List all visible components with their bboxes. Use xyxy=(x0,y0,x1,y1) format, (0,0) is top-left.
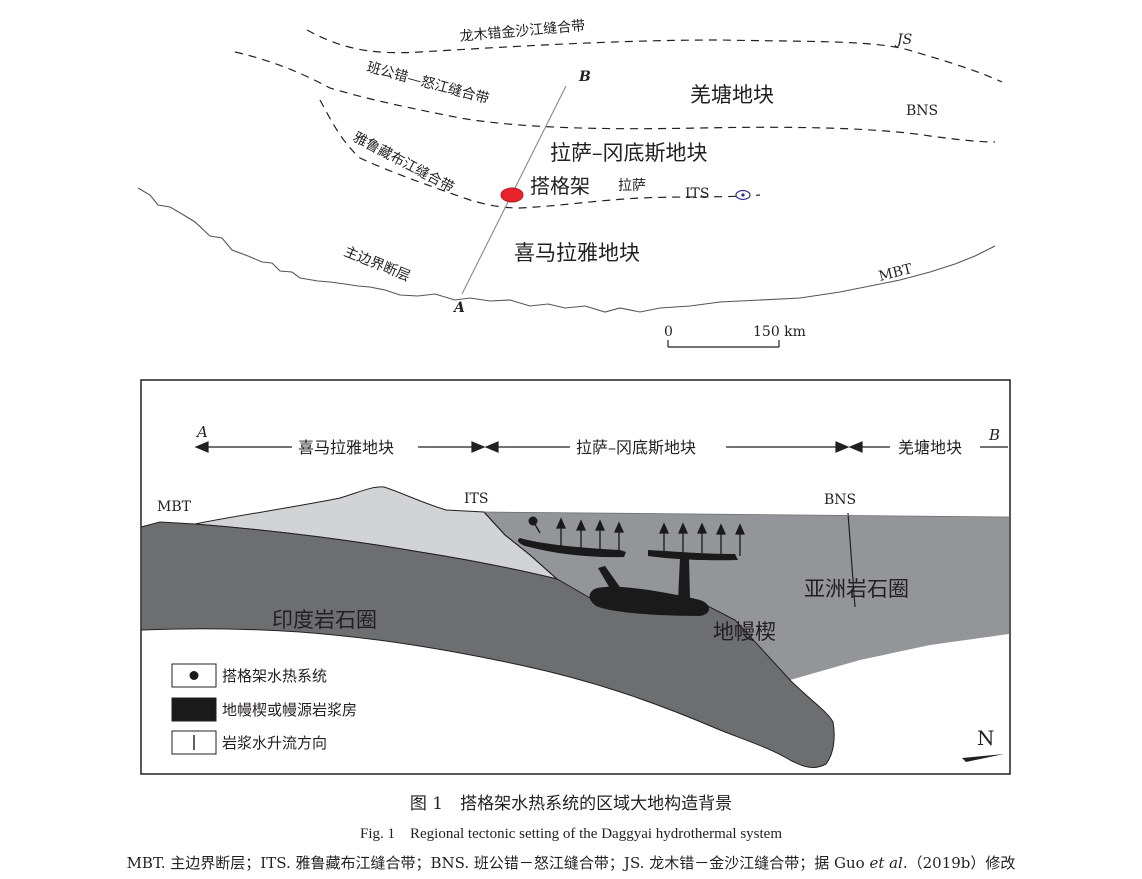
point-a-label: A xyxy=(452,300,465,316)
figure-note-post: .（2019b）修改 xyxy=(902,854,1016,872)
asian-lithosphere-label: 亚洲岩石圈 xyxy=(804,577,909,601)
js-label: JS xyxy=(894,32,912,48)
its-label: ITS xyxy=(685,186,709,202)
lhasa-city-label: 拉萨 xyxy=(618,178,646,194)
daggyai-location-marker xyxy=(500,187,524,203)
section-end-b: B xyxy=(988,426,1000,444)
point-b-label: B xyxy=(578,69,591,85)
legend-label-dot: 搭格架水热系统 xyxy=(222,667,327,685)
figure-title-cn: 图 1 搭格架水热系统的区域大地构造背景 xyxy=(409,794,733,814)
figure-note: MBT. 主边界断层；ITS. 雅鲁藏布江缝合带；BNS. 班公错－怒江缝合带；… xyxy=(0,852,1142,873)
bns-suture-line xyxy=(234,51,996,143)
map-labels: 龙木错金沙江缝合带 JS 班公错—怒江缝合带 羌塘地块 BNS B 雅鲁藏布江缝… xyxy=(342,18,939,340)
section-end-a: A xyxy=(195,423,208,441)
himalaya-block-label: 喜马拉雅地块 xyxy=(514,241,640,265)
bns-label: BNS xyxy=(906,103,938,119)
cross-section: A B 喜马拉雅地块 拉萨–冈底斯地块 羌塘地块 MBT ITS BNS 亚洲岩… xyxy=(140,379,1011,775)
section-qiangtang-label: 羌塘地块 xyxy=(898,438,962,457)
legend-block-icon xyxy=(171,697,217,722)
section-bns-label: BNS xyxy=(824,492,856,508)
indian-lithosphere-label: 印度岩石圈 xyxy=(272,608,377,632)
legend-dot-icon xyxy=(189,671,199,680)
mbt-zone-label: 主边界断层 xyxy=(342,244,413,285)
section-its-label: ITS xyxy=(464,491,488,507)
figure-title-en: Fig. 1 Regional tectonic setting of the … xyxy=(360,826,782,842)
yz-zone-label: 雅鲁藏布江缝合带 xyxy=(350,129,456,196)
legend-label-line: 岩浆水升流方向 xyxy=(222,734,327,752)
scale-end-label: 150 km xyxy=(753,324,806,340)
js-zone-label: 龙木错金沙江缝合带 xyxy=(459,18,586,45)
section-himalaya-label: 喜马拉雅地块 xyxy=(298,438,394,457)
section-mbt-label: MBT xyxy=(157,499,192,515)
section-lhasa-label: 拉萨–冈底斯地块 xyxy=(576,438,696,457)
lhasa-city-dot xyxy=(741,193,745,197)
legend-label-block: 地幔楔或幔源岩浆房 xyxy=(222,701,357,719)
figure-note-italic: et al xyxy=(869,854,903,872)
bns-zone-label: 班公错—怒江缝合带 xyxy=(365,59,491,107)
figure-note-pre: MBT. 主边界断层；ITS. 雅鲁藏布江缝合带；BNS. 班公错－怒江缝合带；… xyxy=(126,854,870,872)
lhasa-block-label: 拉萨–冈底斯地块 xyxy=(550,141,708,165)
mantle-wedge-label: 地幔楔 xyxy=(713,620,776,644)
scale-zero-label: 0 xyxy=(664,324,673,340)
scale-bar xyxy=(667,340,780,348)
tectonic-figure: 龙木错金沙江缝合带 JS 班公错—怒江缝合带 羌塘地块 BNS B 雅鲁藏布江缝… xyxy=(137,18,1011,775)
qiangtang-label: 羌塘地块 xyxy=(690,83,774,107)
daggyai-label: 搭格架 xyxy=(530,174,590,198)
north-label: N xyxy=(977,726,995,750)
